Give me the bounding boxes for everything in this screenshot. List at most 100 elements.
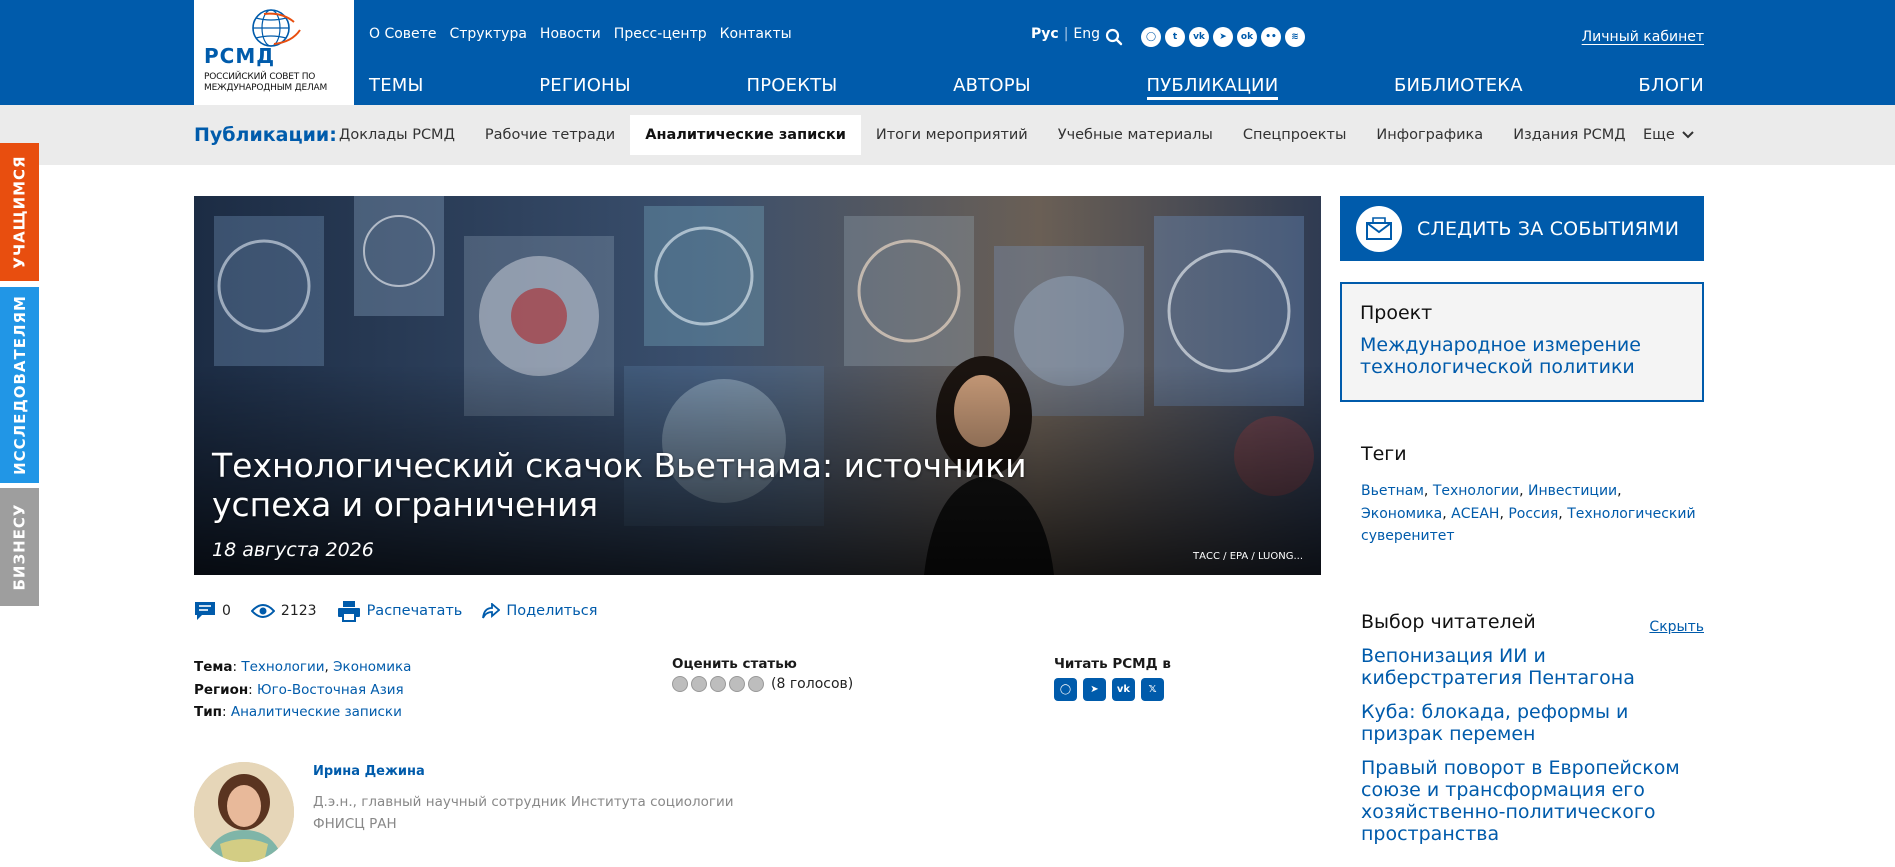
odnoklassniki-icon[interactable]: ok — [1237, 27, 1257, 47]
rating-star-icon[interactable] — [748, 676, 764, 692]
article-title: Технологический скачок Вьетнама: источни… — [212, 446, 1027, 524]
share-button[interactable]: Поделиться — [482, 603, 597, 619]
flickr-icon[interactable]: •• — [1261, 27, 1281, 47]
x-channel-icon[interactable]: 𝕏 — [1141, 678, 1164, 701]
vk-channel-icon[interactable]: vk — [1112, 678, 1135, 701]
mainnav-projects[interactable]: ПРОЕКТЫ — [747, 75, 838, 100]
project-link[interactable]: Международное измерение технологической … — [1360, 334, 1684, 378]
readers-choice-item[interactable]: Вепонизация ИИ и киберстратегия Пентагон… — [1361, 645, 1681, 689]
lang-ru[interactable]: Рус — [1031, 26, 1059, 42]
topnav-press[interactable]: Пресс-центр — [614, 26, 707, 42]
topnav-contacts[interactable]: Контакты — [720, 26, 792, 42]
subnav-item-event-results[interactable]: Итоги мероприятий — [861, 115, 1043, 155]
tag-link[interactable]: Россия — [1508, 506, 1558, 522]
theme-row: Тема: Технологии, Экономика — [194, 659, 412, 675]
follow-events-label: СЛЕДИТЬ ЗА СОБЫТИЯМИ — [1417, 217, 1680, 240]
personal-account-link[interactable]: Личный кабинет — [1582, 29, 1704, 45]
lang-en[interactable]: Eng — [1073, 26, 1100, 42]
chevron-down-icon — [1682, 131, 1695, 139]
subnav-more-label: Еще — [1643, 127, 1675, 143]
readers-choice-block: Выбор читателей Скрыть Вепонизация ИИ и … — [1361, 611, 1704, 845]
side-tab-researchers-label: ИССЛЕДОВАТЕЛЯМ — [10, 295, 29, 475]
subnav-item-infographics[interactable]: Инфографика — [1361, 115, 1498, 155]
photo-credit: ТАСС / EPA / LUONG... — [1193, 551, 1303, 562]
max-channel-icon[interactable]: ◯ — [1054, 678, 1077, 701]
views-count: 2123 — [280, 603, 317, 619]
language-switch: Рус | Eng — [1031, 26, 1100, 42]
project-label: Проект — [1360, 302, 1433, 324]
comments-counter[interactable]: 0 — [194, 601, 231, 621]
side-tab-business[interactable]: БИЗНЕСУ — [0, 488, 39, 606]
project-box: Проект Международное измерение технологи… — [1340, 282, 1704, 402]
subnav-item-editions[interactable]: Издания РСМД — [1498, 115, 1640, 155]
side-tab-students[interactable]: УЧАЩИМСЯ — [0, 143, 39, 281]
tag-link[interactable]: АСЕАН — [1451, 506, 1499, 522]
subnav-item-special-projects[interactable]: Спецпроекты — [1228, 115, 1362, 155]
tag-link[interactable]: Инвестиции — [1528, 483, 1617, 499]
tag-link[interactable]: Вьетнам — [1361, 483, 1424, 499]
publications-subnav: Публикации: Доклады РСМД Рабочие тетради… — [0, 105, 1895, 165]
comment-icon — [195, 602, 215, 620]
twitter-icon[interactable]: t — [1165, 27, 1185, 47]
mainnav-authors[interactable]: АВТОРЫ — [953, 75, 1031, 100]
rating-stars: (8 голосов) — [672, 676, 853, 692]
print-button[interactable]: Распечатать — [337, 600, 462, 622]
subnav-title: Публикации: — [194, 124, 337, 146]
article-date: 18 августа 2026 — [212, 539, 374, 561]
globe-logo-icon — [252, 9, 301, 47]
mainnav-blogs[interactable]: БЛОГИ — [1638, 75, 1704, 100]
subnav-more-dropdown[interactable]: Еще — [1643, 127, 1695, 143]
subnav-item-working-papers[interactable]: Рабочие тетради — [470, 115, 630, 155]
telegram-icon[interactable]: ➤ — [1213, 27, 1233, 47]
rating-star-icon[interactable] — [710, 676, 726, 692]
envelope-icon — [1356, 205, 1402, 252]
author-name[interactable]: Ирина Дежина — [313, 764, 425, 779]
logo-abbreviation: РСМД — [204, 44, 276, 68]
mainnav-publications[interactable]: ПУБЛИКАЦИИ — [1146, 75, 1279, 100]
topnav-news[interactable]: Новости — [540, 26, 601, 42]
theme-link-economy[interactable]: Экономика — [333, 659, 411, 675]
topnav-structure[interactable]: Структура — [449, 26, 526, 42]
tag-link[interactable]: Технологии — [1433, 483, 1519, 499]
vk-icon[interactable]: vk — [1189, 27, 1209, 47]
follow-events-button[interactable]: СЛЕДИТЬ ЗА СОБЫТИЯМИ — [1340, 196, 1704, 261]
region-link[interactable]: Юго-Восточная Азия — [257, 682, 404, 698]
tags-list: Вьетнам, Технологии, Инвестиции, Экономи… — [1361, 483, 1696, 544]
type-label: Тип — [194, 704, 222, 720]
read-rsmd-block: Читать РСМД в ◯ ➤ vk 𝕏 — [1054, 656, 1171, 701]
rating-star-icon[interactable] — [691, 676, 707, 692]
theme-link-technologies[interactable]: Технологии — [241, 659, 324, 675]
article-hero: Технологический скачок Вьетнама: источни… — [194, 196, 1321, 575]
search-icon[interactable] — [1105, 28, 1123, 46]
rss-icon[interactable]: ≋ — [1285, 27, 1305, 47]
telegram-channel-icon[interactable]: ➤ — [1083, 678, 1106, 701]
type-row: Тип: Аналитические записки — [194, 704, 402, 720]
article-info: Тема: Технологии, Экономика Регион: Юго-… — [194, 656, 411, 724]
side-tab-researchers[interactable]: ИССЛЕДОВАТЕЛЯМ — [0, 287, 39, 483]
subnav-item-policy-briefs[interactable]: Аналитические записки — [630, 115, 861, 155]
side-tab-business-label: БИЗНЕСУ — [10, 503, 29, 591]
social-links: ◯ t vk ➤ ok •• ≋ — [1141, 27, 1305, 47]
tag-link[interactable]: Экономика — [1361, 506, 1442, 522]
main-navigation: ТЕМЫ РЕГИОНЫ ПРОЕКТЫ АВТОРЫ ПУБЛИКАЦИИ Б… — [369, 75, 1704, 100]
eye-icon — [250, 604, 275, 618]
logo-full-name: РОССИЙСКИЙ СОВЕТ ПО МЕЖДУНАРОДНЫМ ДЕЛАМ — [204, 72, 328, 93]
readers-choice-item[interactable]: Правый поворот в Европейском союзе и тра… — [1361, 757, 1681, 845]
subnav-item-reports[interactable]: Доклады РСМД — [324, 115, 470, 155]
subnav-item-study-materials[interactable]: Учебные материалы — [1043, 115, 1228, 155]
type-link[interactable]: Аналитические записки — [231, 704, 402, 720]
readers-choice-hide-link[interactable]: Скрыть — [1649, 619, 1704, 635]
mainnav-regions[interactable]: РЕГИОНЫ — [539, 75, 631, 100]
max-icon[interactable]: ◯ — [1141, 27, 1161, 47]
site-logo[interactable]: РСМД РОССИЙСКИЙ СОВЕТ ПО МЕЖДУНАРОДНЫМ Д… — [194, 0, 354, 105]
article-meta-row: 0 2123 Распечатать Поделиться — [194, 600, 617, 622]
mainnav-themes[interactable]: ТЕМЫ — [369, 75, 424, 100]
rating-star-icon[interactable] — [729, 676, 745, 692]
rating-star-icon[interactable] — [672, 676, 688, 692]
topnav-about[interactable]: О Совете — [369, 26, 436, 42]
read-rsmd-channels: ◯ ➤ vk 𝕏 — [1054, 678, 1171, 701]
readers-choice-item[interactable]: Куба: блокада, реформы и призрак перемен — [1361, 701, 1681, 745]
mainnav-library[interactable]: БИБЛИОТЕКА — [1394, 75, 1523, 100]
rating-title: Оценить статью — [672, 656, 797, 672]
author-avatar[interactable] — [194, 762, 294, 862]
